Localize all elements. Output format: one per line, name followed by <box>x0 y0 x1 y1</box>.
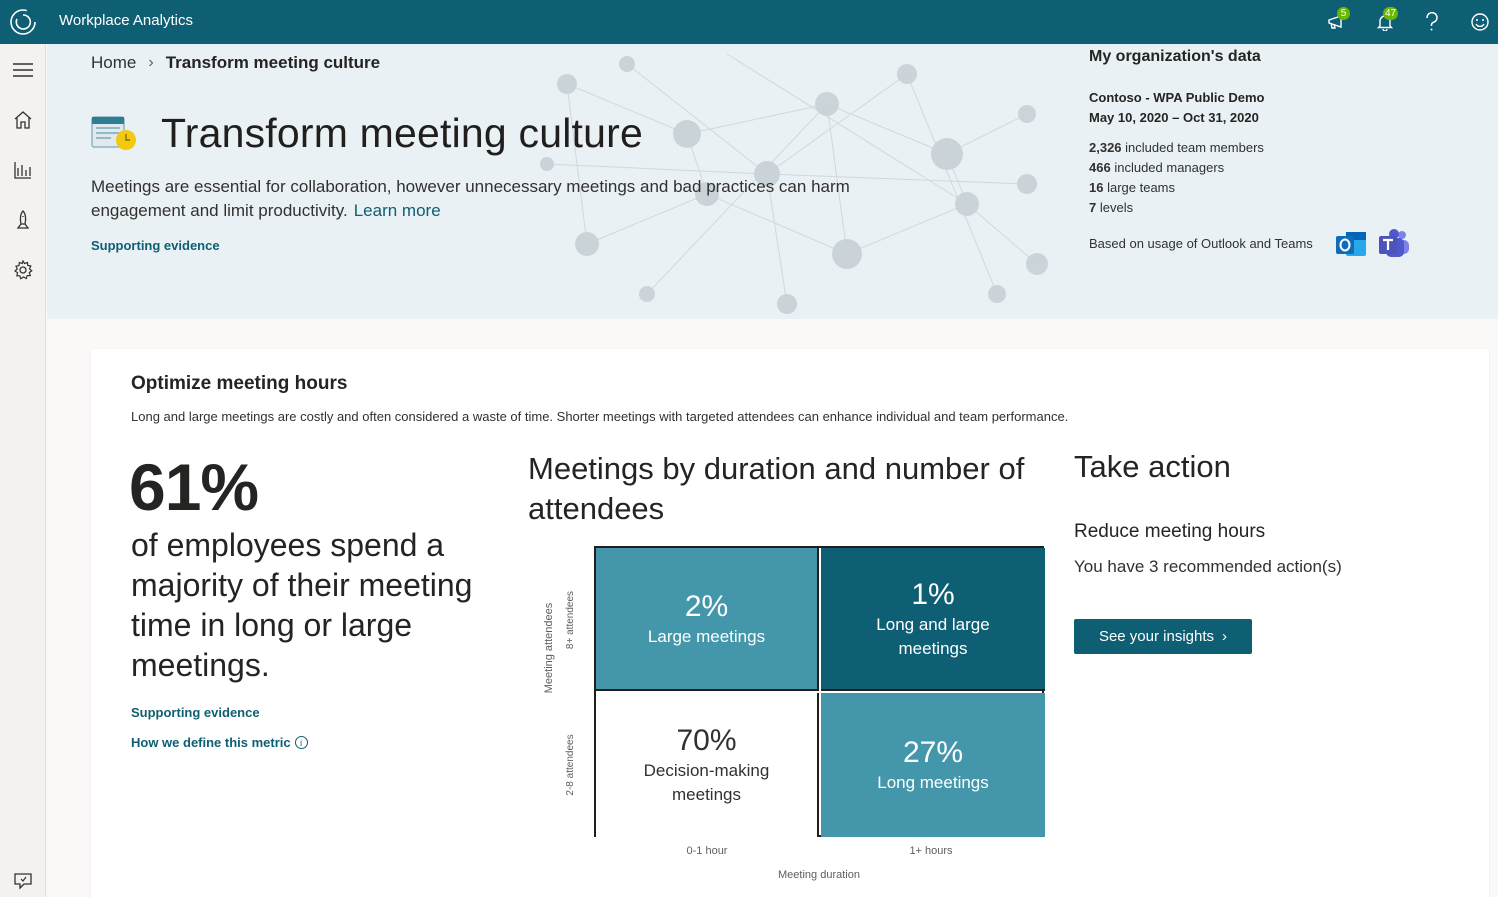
home-icon[interactable] <box>9 106 37 134</box>
see-insights-label: See your insights <box>1098 628 1215 645</box>
cell-value: 27% <box>902 736 964 769</box>
y-tick-label: 2-8 attendees <box>565 734 576 796</box>
breadcrumb-current: Transform meeting culture <box>165 53 381 72</box>
org-stat: 7 levels <box>1089 200 1133 215</box>
description-text: Meetings are essential for collaboration… <box>91 177 850 220</box>
cell-value: 2% <box>684 589 729 623</box>
announcements-icon[interactable]: 5 <box>1324 7 1350 35</box>
heatmap-cell: 1% Long and large meetings <box>821 548 1045 691</box>
org-date-range: May 10, 2020 – Oct 31, 2020 <box>1089 110 1259 125</box>
y-tick-label: 8+ attendees <box>565 590 576 650</box>
notifications-badge: 47 <box>1383 7 1399 20</box>
learn-more-link[interactable]: Learn more <box>354 201 441 220</box>
notifications-icon[interactable]: 47 <box>1372 7 1399 35</box>
see-insights-button[interactable]: See your insights › <box>1074 619 1252 654</box>
headline-metric: 61% <box>129 450 259 524</box>
stat-label: large teams <box>1107 180 1176 195</box>
analysis-chart-icon[interactable] <box>9 156 37 184</box>
heatmap-cell: 2% Large meetings <box>596 548 819 691</box>
menu-hamburger-icon[interactable] <box>9 56 37 84</box>
calendar-clock-icon <box>91 116 136 150</box>
x-axis-label: Meeting duration <box>778 869 860 881</box>
y-axis-label: Meeting attendees <box>543 602 555 694</box>
section-description: Long and large meetings are costly and o… <box>131 409 1069 424</box>
define-metric-link[interactable]: How we define this metric i <box>131 735 308 750</box>
cell-label: Long and large meetings <box>876 614 990 658</box>
help-icon[interactable] <box>1419 9 1445 35</box>
info-icon: i <box>294 736 308 749</box>
stat-value: 2,326 <box>1089 140 1122 155</box>
org-name: Contoso - WPA Public Demo <box>1089 90 1265 105</box>
cell-label: Large meetings <box>647 626 766 646</box>
breadcrumb: Home › Transform meeting culture <box>91 53 380 73</box>
settings-gear-icon[interactable] <box>9 256 37 284</box>
stat-value: 16 <box>1089 180 1104 195</box>
chart-title: Meetings by duration and number of atten… <box>528 451 1025 526</box>
stat-value: 7 <box>1089 200 1097 215</box>
org-panel-title: My organization's data <box>1089 48 1261 65</box>
chevron-right-icon: › <box>1222 628 1228 645</box>
page-description: Meetings are essential for collaboration… <box>91 175 911 223</box>
feedback-icon[interactable] <box>9 867 37 895</box>
announcements-badge: 5 <box>1337 7 1350 20</box>
heatmap-cell: 70% Decision-making meetings <box>596 693 819 837</box>
headline-metric-text: of employees spend a majority of their m… <box>131 527 473 683</box>
take-action-subtitle: Reduce meeting hours <box>1074 521 1266 542</box>
section-title: Optimize meeting hours <box>131 373 348 394</box>
cell-label: Long meetings <box>877 773 989 792</box>
org-stat: 466 included managers <box>1089 160 1224 175</box>
page-title: Transform meeting culture <box>161 110 643 156</box>
feedback-smiley-icon[interactable] <box>1467 9 1493 35</box>
heatmap-cell: 27% Long meetings <box>821 693 1045 837</box>
card-supporting-evidence-link[interactable]: Supporting evidence <box>131 705 260 720</box>
cell-value: 1% <box>911 577 955 611</box>
teams-icon <box>1379 229 1409 257</box>
cell-value: 70% <box>676 724 737 757</box>
hero-banner: Home › Transform meeting culture Transfo… <box>47 44 1498 319</box>
heatmap-grid: 2% Large meetings 1% Long and large meeting… <box>594 546 1045 837</box>
stat-label: levels <box>1099 200 1134 215</box>
x-tick-label: 1+ hours <box>909 845 953 857</box>
app-logo-icon[interactable] <box>8 7 38 37</box>
cell-label: Decision-making meetings <box>643 761 770 804</box>
outlook-icon <box>1336 232 1366 256</box>
optimize-meeting-hours-card: Optimize meeting hours Long and large me… <box>91 349 1489 897</box>
take-action-description: You have 3 recommended action(s) <box>1074 557 1342 576</box>
take-action-title: Take action <box>1074 449 1231 484</box>
explore-rocket-icon[interactable] <box>9 206 37 234</box>
usage-note: Based on usage of Outlook and Teams <box>1089 236 1313 251</box>
stat-label: included managers <box>1114 160 1225 175</box>
org-stat: 2,326 included team members <box>1089 140 1264 155</box>
top-bar: Workplace Analytics 5 47 <box>0 0 1498 44</box>
org-stat: 16 large teams <box>1089 180 1175 195</box>
breadcrumb-home-link[interactable]: Home <box>91 53 136 73</box>
x-tick-label: 0-1 hour <box>686 845 728 857</box>
left-nav-rail <box>0 44 46 897</box>
define-metric-label: How we define this metric <box>131 735 291 750</box>
hero-supporting-evidence-link[interactable]: Supporting evidence <box>91 238 220 253</box>
stat-label: included team members <box>1125 140 1264 155</box>
app-title: Workplace Analytics <box>59 12 193 29</box>
stat-value: 466 <box>1089 160 1111 175</box>
chevron-right-icon: › <box>148 54 154 71</box>
